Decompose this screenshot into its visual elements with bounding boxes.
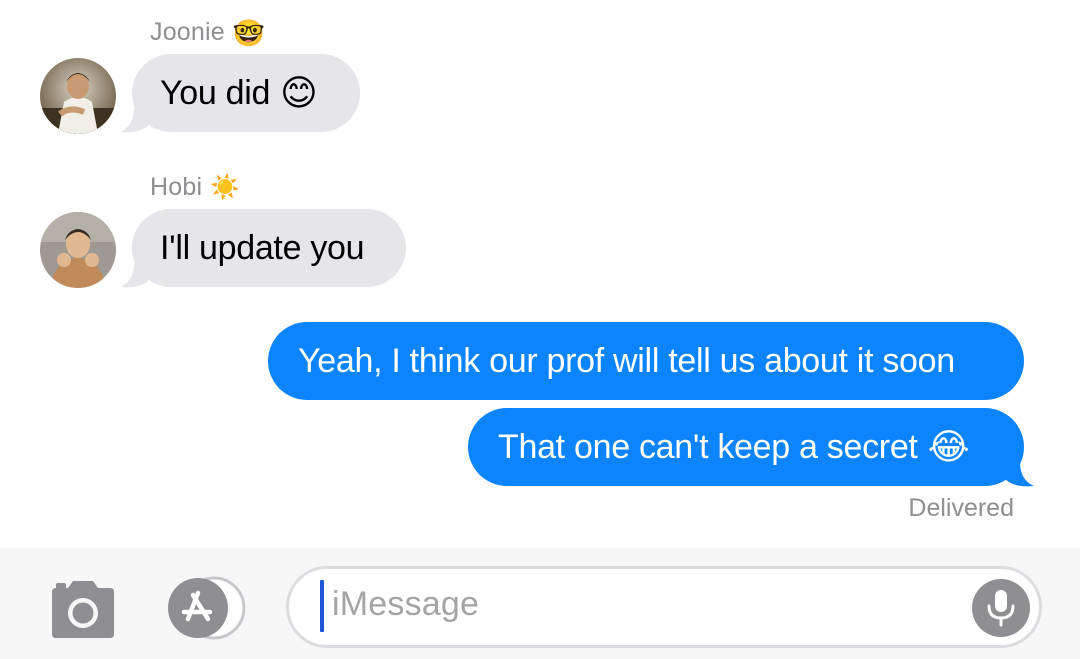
smiling-face-emoji: 😊 [280,72,318,113]
sender-name: Hobi [150,173,203,201]
message-text: I'll update you [160,228,365,267]
outgoing-message-bubble[interactable]: That one can't keep a secret 😂 [468,408,1024,486]
outgoing-message-bubble[interactable]: Yeah, I think our prof will tell us abou… [268,322,1024,400]
sender-name: Joonie [150,18,225,46]
app-store-icon [168,576,246,640]
app-store-button[interactable] [164,575,250,641]
delivery-status: Delivered [908,494,1014,522]
camera-button[interactable] [48,578,118,640]
message-text: You did [160,73,271,112]
sender-name-joonie: Joonie 🤓 [150,18,265,47]
message-text: Yeah, I think our prof will tell us abou… [298,341,955,380]
microphone-icon [987,590,1015,627]
avatar-hobi[interactable] [40,212,116,288]
avatar-joonie[interactable] [40,58,116,134]
text-cursor [320,580,324,632]
nerd-face-emoji: 🤓 [232,17,266,48]
tears-of-joy-emoji: 😂 [927,426,970,467]
camera-icon [52,581,114,638]
message-input-placeholder: iMessage [332,585,480,623]
message-text: That one can't keep a secret [498,427,918,466]
sun-emoji: ☀️ [210,173,241,201]
sender-name-hobi: Hobi ☀️ [150,173,240,202]
microphone-button[interactable] [972,579,1030,637]
incoming-message-bubble[interactable]: You did 😊 [132,54,360,132]
incoming-message-bubble[interactable]: I'll update you [132,209,406,287]
